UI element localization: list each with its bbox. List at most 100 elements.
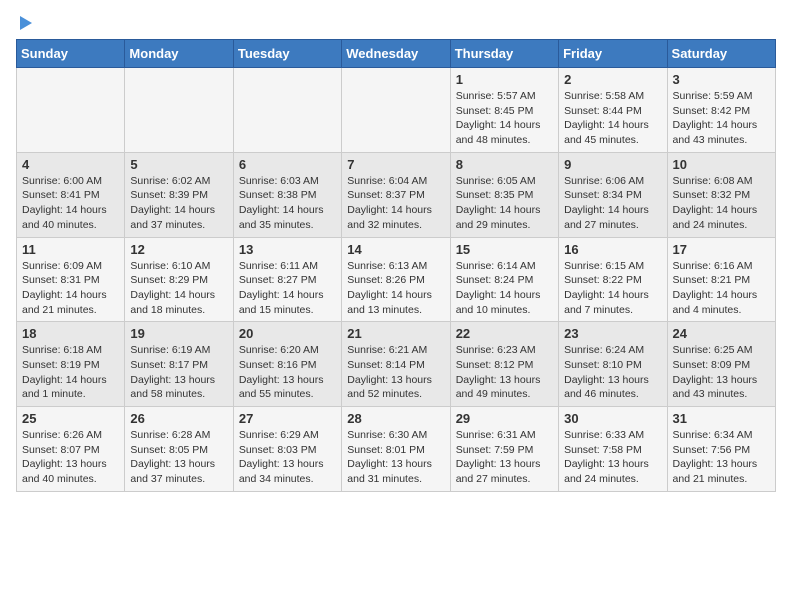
calendar-header-thursday: Thursday <box>450 40 558 68</box>
day-info: Sunrise: 6:10 AM Sunset: 8:29 PM Dayligh… <box>130 259 227 318</box>
day-info: Sunrise: 6:09 AM Sunset: 8:31 PM Dayligh… <box>22 259 119 318</box>
calendar-cell: 4 Sunrise: 6:00 AM Sunset: 8:41 PM Daylig… <box>17 152 125 237</box>
day-number: 3 <box>673 72 770 87</box>
day-number: 14 <box>347 242 444 257</box>
calendar-cell <box>125 68 233 153</box>
day-number: 26 <box>130 411 227 426</box>
day-info: Sunrise: 6:26 AM Sunset: 8:07 PM Dayligh… <box>22 428 119 487</box>
logo <box>16 16 32 27</box>
day-info: Sunrise: 6:31 AM Sunset: 7:59 PM Dayligh… <box>456 428 553 487</box>
calendar-header-monday: Monday <box>125 40 233 68</box>
day-number: 31 <box>673 411 770 426</box>
calendar-header-wednesday: Wednesday <box>342 40 450 68</box>
day-info: Sunrise: 6:18 AM Sunset: 8:19 PM Dayligh… <box>22 343 119 402</box>
calendar-cell: 25 Sunrise: 6:26 AM Sunset: 8:07 PM Dayli… <box>17 407 125 492</box>
day-number: 9 <box>564 157 661 172</box>
calendar-cell: 10 Sunrise: 6:08 AM Sunset: 8:32 PM Dayli… <box>667 152 775 237</box>
day-number: 6 <box>239 157 336 172</box>
calendar-cell: 23 Sunrise: 6:24 AM Sunset: 8:10 PM Dayli… <box>559 322 667 407</box>
calendar-cell: 11 Sunrise: 6:09 AM Sunset: 8:31 PM Dayli… <box>17 237 125 322</box>
calendar-week-4: 18 Sunrise: 6:18 AM Sunset: 8:19 PM Dayli… <box>17 322 776 407</box>
day-number: 2 <box>564 72 661 87</box>
day-info: Sunrise: 6:24 AM Sunset: 8:10 PM Dayligh… <box>564 343 661 402</box>
calendar-cell: 18 Sunrise: 6:18 AM Sunset: 8:19 PM Dayli… <box>17 322 125 407</box>
calendar-cell: 24 Sunrise: 6:25 AM Sunset: 8:09 PM Dayli… <box>667 322 775 407</box>
calendar-cell: 21Sunrise: 6:21 AM Sunset: 8:14 PM Dayli… <box>342 322 450 407</box>
day-number: 12 <box>130 242 227 257</box>
calendar-cell: 5 Sunrise: 6:02 AM Sunset: 8:39 PM Daylig… <box>125 152 233 237</box>
day-info: Sunrise: 6:06 AM Sunset: 8:34 PM Dayligh… <box>564 174 661 233</box>
calendar-cell: 14Sunrise: 6:13 AM Sunset: 8:26 PM Dayli… <box>342 237 450 322</box>
calendar-cell: 22 Sunrise: 6:23 AM Sunset: 8:12 PM Dayli… <box>450 322 558 407</box>
calendar-cell <box>233 68 341 153</box>
day-number: 11 <box>22 242 119 257</box>
calendar-body: 1Sunrise: 5:57 AM Sunset: 8:45 PM Daylig… <box>17 68 776 492</box>
calendar-cell: 16 Sunrise: 6:15 AM Sunset: 8:22 PM Dayli… <box>559 237 667 322</box>
day-info: Sunrise: 6:33 AM Sunset: 7:58 PM Dayligh… <box>564 428 661 487</box>
day-info: Sunrise: 6:30 AM Sunset: 8:01 PM Dayligh… <box>347 428 444 487</box>
day-number: 25 <box>22 411 119 426</box>
day-number: 17 <box>673 242 770 257</box>
calendar-cell: 6 Sunrise: 6:03 AM Sunset: 8:38 PM Daylig… <box>233 152 341 237</box>
day-number: 24 <box>673 326 770 341</box>
day-info: Sunrise: 6:23 AM Sunset: 8:12 PM Dayligh… <box>456 343 553 402</box>
day-info: Sunrise: 6:00 AM Sunset: 8:41 PM Dayligh… <box>22 174 119 233</box>
calendar-header-tuesday: Tuesday <box>233 40 341 68</box>
calendar-cell <box>342 68 450 153</box>
calendar-cell: 1Sunrise: 5:57 AM Sunset: 8:45 PM Daylig… <box>450 68 558 153</box>
day-number: 8 <box>456 157 553 172</box>
calendar-header-row: SundayMondayTuesdayWednesdayThursdayFrid… <box>17 40 776 68</box>
day-number: 28 <box>347 411 444 426</box>
calendar-cell: 29 Sunrise: 6:31 AM Sunset: 7:59 PM Dayli… <box>450 407 558 492</box>
day-number: 1 <box>456 72 553 87</box>
day-number: 18 <box>22 326 119 341</box>
calendar-table: SundayMondayTuesdayWednesdayThursdayFrid… <box>16 39 776 492</box>
day-number: 29 <box>456 411 553 426</box>
day-info: Sunrise: 6:11 AM Sunset: 8:27 PM Dayligh… <box>239 259 336 318</box>
calendar-cell: 9 Sunrise: 6:06 AM Sunset: 8:34 PM Daylig… <box>559 152 667 237</box>
day-info: Sunrise: 6:19 AM Sunset: 8:17 PM Dayligh… <box>130 343 227 402</box>
day-number: 16 <box>564 242 661 257</box>
day-number: 5 <box>130 157 227 172</box>
calendar-header-friday: Friday <box>559 40 667 68</box>
page-header <box>16 16 776 27</box>
calendar-cell: 15 Sunrise: 6:14 AM Sunset: 8:24 PM Dayli… <box>450 237 558 322</box>
day-info: Sunrise: 6:20 AM Sunset: 8:16 PM Dayligh… <box>239 343 336 402</box>
day-info: Sunrise: 6:02 AM Sunset: 8:39 PM Dayligh… <box>130 174 227 233</box>
day-number: 22 <box>456 326 553 341</box>
day-info: Sunrise: 6:15 AM Sunset: 8:22 PM Dayligh… <box>564 259 661 318</box>
calendar-cell: 12 Sunrise: 6:10 AM Sunset: 8:29 PM Dayli… <box>125 237 233 322</box>
calendar-cell: 3 Sunrise: 5:59 AM Sunset: 8:42 PM Daylig… <box>667 68 775 153</box>
calendar-cell: 26 Sunrise: 6:28 AM Sunset: 8:05 PM Dayli… <box>125 407 233 492</box>
calendar-cell: 31 Sunrise: 6:34 AM Sunset: 7:56 PM Dayli… <box>667 407 775 492</box>
day-info: Sunrise: 6:14 AM Sunset: 8:24 PM Dayligh… <box>456 259 553 318</box>
calendar-week-3: 11 Sunrise: 6:09 AM Sunset: 8:31 PM Dayli… <box>17 237 776 322</box>
calendar-cell: 7Sunrise: 6:04 AM Sunset: 8:37 PM Daylig… <box>342 152 450 237</box>
day-number: 15 <box>456 242 553 257</box>
day-number: 23 <box>564 326 661 341</box>
day-info: Sunrise: 6:16 AM Sunset: 8:21 PM Dayligh… <box>673 259 770 318</box>
day-info: Sunrise: 6:25 AM Sunset: 8:09 PM Dayligh… <box>673 343 770 402</box>
calendar-cell <box>17 68 125 153</box>
day-info: Sunrise: 6:03 AM Sunset: 8:38 PM Dayligh… <box>239 174 336 233</box>
day-number: 10 <box>673 157 770 172</box>
calendar-cell: 30Sunrise: 6:33 AM Sunset: 7:58 PM Dayli… <box>559 407 667 492</box>
calendar-cell: 2Sunrise: 5:58 AM Sunset: 8:44 PM Daylig… <box>559 68 667 153</box>
day-info: Sunrise: 6:08 AM Sunset: 8:32 PM Dayligh… <box>673 174 770 233</box>
day-number: 4 <box>22 157 119 172</box>
calendar-week-5: 25 Sunrise: 6:26 AM Sunset: 8:07 PM Dayli… <box>17 407 776 492</box>
day-info: Sunrise: 6:28 AM Sunset: 8:05 PM Dayligh… <box>130 428 227 487</box>
day-info: Sunrise: 6:29 AM Sunset: 8:03 PM Dayligh… <box>239 428 336 487</box>
day-number: 20 <box>239 326 336 341</box>
calendar-cell: 19Sunrise: 6:19 AM Sunset: 8:17 PM Dayli… <box>125 322 233 407</box>
day-number: 27 <box>239 411 336 426</box>
day-info: Sunrise: 6:34 AM Sunset: 7:56 PM Dayligh… <box>673 428 770 487</box>
calendar-week-2: 4 Sunrise: 6:00 AM Sunset: 8:41 PM Daylig… <box>17 152 776 237</box>
day-number: 13 <box>239 242 336 257</box>
calendar-week-1: 1Sunrise: 5:57 AM Sunset: 8:45 PM Daylig… <box>17 68 776 153</box>
day-info: Sunrise: 6:05 AM Sunset: 8:35 PM Dayligh… <box>456 174 553 233</box>
calendar-cell: 20 Sunrise: 6:20 AM Sunset: 8:16 PM Dayli… <box>233 322 341 407</box>
day-info: Sunrise: 5:59 AM Sunset: 8:42 PM Dayligh… <box>673 89 770 148</box>
calendar-cell: 27 Sunrise: 6:29 AM Sunset: 8:03 PM Dayli… <box>233 407 341 492</box>
day-number: 7 <box>347 157 444 172</box>
